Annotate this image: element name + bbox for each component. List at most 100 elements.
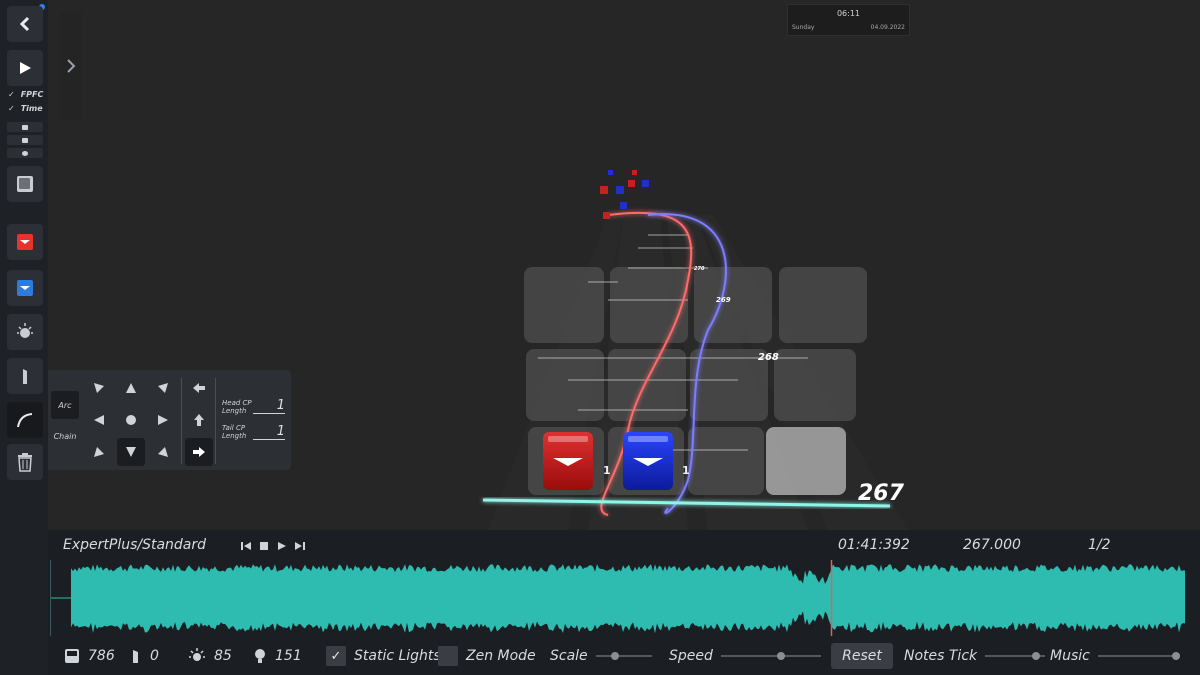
arrow-up-right-icon: [158, 383, 168, 393]
music-label: Music: [1050, 648, 1090, 664]
arc-tool-button[interactable]: [7, 402, 43, 438]
red-note[interactable]: [543, 432, 593, 490]
beat-label-farthest: 270: [694, 266, 705, 272]
back-button[interactable]: [7, 6, 43, 42]
arrow-down-left-icon: [94, 447, 104, 457]
arrow-down-right-icon: [158, 447, 168, 457]
light-icon: [17, 323, 33, 338]
bpm-stat: 151: [253, 644, 302, 668]
play-icon: [20, 62, 31, 74]
arc-icon: [17, 413, 33, 428]
skip-back-button[interactable]: [240, 540, 252, 552]
blue-note[interactable]: [623, 432, 673, 490]
note-icon: [65, 649, 79, 663]
red-note-icon: [17, 234, 33, 250]
event-layer-button[interactable]: [7, 135, 43, 145]
notes-stat: 786: [64, 644, 115, 668]
scale-slider[interactable]: [595, 652, 652, 660]
direction-any[interactable]: [122, 411, 140, 429]
tail-cp-input[interactable]: 1: [253, 425, 285, 440]
delete-button[interactable]: [7, 444, 43, 480]
timeline-panel: ExpertPlus/Standard 01:41:392 267.000 1/…: [48, 530, 1200, 675]
arrow-down-icon: [126, 447, 136, 457]
obstacle-button[interactable]: [7, 358, 43, 394]
event-icon: [22, 137, 28, 143]
direction-up-left[interactable]: [90, 379, 108, 397]
music-control: Music: [1050, 644, 1180, 668]
music-slider-knob[interactable]: [1171, 652, 1180, 660]
direction-right[interactable]: [154, 411, 172, 429]
scale-slider-knob[interactable]: [611, 652, 620, 660]
static-lights-toggle[interactable]: ✓ Static Lights: [326, 644, 441, 668]
direction-up[interactable]: [122, 379, 140, 397]
distant-notes: [600, 170, 649, 219]
light-event-button[interactable]: [7, 314, 43, 350]
static-lights-checkbox[interactable]: ✓: [326, 646, 346, 666]
obstacles-count: 0: [150, 648, 159, 664]
arc-direction-right[interactable]: [185, 438, 213, 466]
note-block-icon: [17, 176, 33, 192]
arrow-left-icon: [94, 415, 104, 425]
red-note-button[interactable]: [7, 224, 43, 260]
notes-tick-slider[interactable]: [985, 652, 1046, 660]
chain-mode-button[interactable]: Chain: [51, 422, 79, 450]
arc-direction-up[interactable]: [190, 411, 208, 429]
static-lights-label: Static Lights: [354, 648, 441, 664]
play-timeline-button[interactable]: [276, 540, 288, 552]
obstacles-stat: 0: [130, 644, 159, 668]
divider: [181, 378, 182, 464]
notes-tick-slider-knob[interactable]: [1032, 652, 1041, 660]
speed-slider-knob[interactable]: [776, 652, 785, 660]
precision[interactable]: 1/2: [1088, 537, 1111, 553]
chevron-left-icon: [19, 16, 30, 32]
note-tool-button[interactable]: [7, 166, 43, 202]
direction-left[interactable]: [90, 411, 108, 429]
reset-button[interactable]: Reset: [831, 643, 893, 669]
notes-tick-label: Notes Tick: [904, 648, 978, 664]
transport-controls: [240, 540, 306, 552]
divider: [215, 378, 216, 464]
difficulty-label: ExpertPlus/Standard: [63, 537, 207, 553]
music-slider[interactable]: [1097, 652, 1180, 660]
zen-mode-checkbox[interactable]: [438, 646, 458, 666]
play-icon: [278, 542, 286, 550]
waveform-shape: [71, 564, 1185, 634]
blue-note-label: 1: [682, 464, 690, 477]
bpm-layer-button[interactable]: [7, 148, 43, 158]
events-stat: 85: [188, 644, 232, 668]
waveform-graphic: [51, 560, 1185, 636]
notes-count: 786: [88, 648, 115, 664]
note-layer-button[interactable]: [7, 122, 43, 132]
arc-mode-button[interactable]: Arc: [51, 391, 79, 419]
speed-label: Speed: [669, 648, 713, 664]
stop-button[interactable]: [258, 540, 270, 552]
direction-down-right[interactable]: [154, 443, 172, 461]
direction-down[interactable]: [117, 438, 145, 466]
speed-slider[interactable]: [720, 652, 821, 660]
speed-control: Speed: [669, 644, 821, 668]
red-note-label: 1: [603, 464, 611, 477]
stop-icon: [260, 542, 268, 550]
direction-up-right[interactable]: [154, 379, 172, 397]
arc-direction-left[interactable]: [190, 379, 208, 397]
skip-forward-icon: [295, 542, 305, 550]
song-time: 01:41:392: [838, 537, 910, 553]
arrow-up-bold-icon: [194, 414, 204, 426]
play-button[interactable]: [7, 50, 43, 86]
head-cp-input[interactable]: 1: [253, 399, 285, 414]
arrow-up-icon: [126, 383, 136, 393]
light-icon: [189, 648, 205, 661]
beat-label-next: 268: [758, 352, 779, 363]
chain-mode-label: Chain: [53, 431, 77, 441]
direction-down-left[interactable]: [90, 443, 108, 461]
fpfc-toggle[interactable]: ✓ FPFC: [8, 90, 43, 99]
blue-note-button[interactable]: [7, 270, 43, 306]
skip-forward-button[interactable]: [294, 540, 306, 552]
placement-panel: Arc Chain Head CP Length 1 Tail CP Lengt…: [48, 370, 291, 470]
zen-mode-toggle[interactable]: Zen Mode: [438, 644, 536, 668]
time-toggle[interactable]: ✓ Time: [8, 104, 43, 113]
scale-label: Scale: [550, 648, 588, 664]
note-icon: [22, 124, 28, 130]
waveform[interactable]: [50, 560, 1200, 636]
dot-icon: [126, 415, 136, 425]
